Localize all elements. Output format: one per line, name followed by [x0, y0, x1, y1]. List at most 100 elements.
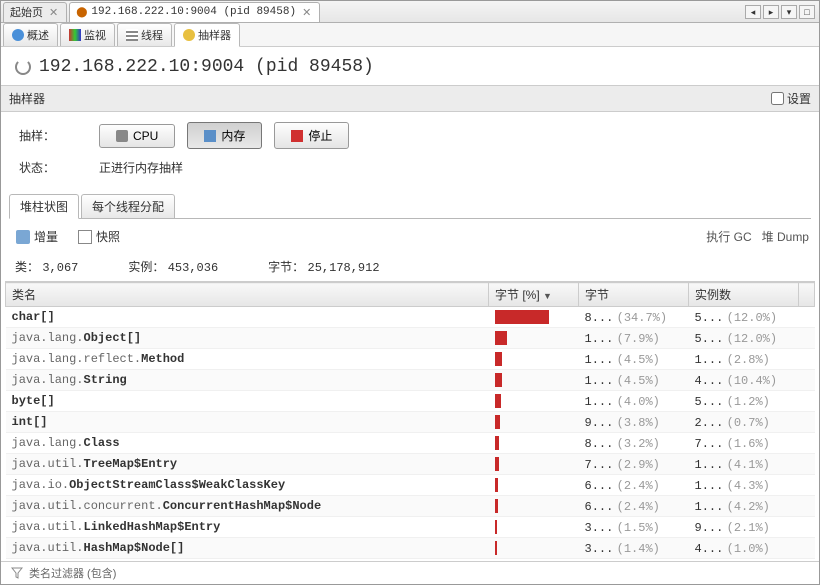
class-name-cell: java.util.HashMap$Node [6, 559, 489, 562]
delta-button[interactable]: 增量 [11, 225, 63, 248]
jmx-icon: ⬤ [76, 7, 87, 18]
bytes-pct-cell [489, 538, 579, 559]
bytes-pct-cell [489, 391, 579, 412]
sub-tab-bar: 堆柱状图 每个线程分配 [9, 194, 811, 219]
table-row[interactable]: java.util.TreeMap$Entry 7... (2.9%)1... (… [6, 454, 815, 475]
table-row[interactable]: java.lang.reflect.Method 1... (4.5%)1... … [6, 349, 815, 370]
class-name-cell: java.lang.Class [6, 433, 489, 454]
table-row[interactable]: java.util.HashMap$Node[]3... (1.4%)4... … [6, 538, 815, 559]
sampler-icon [183, 29, 195, 41]
instances-cell: 5... (1.2%) [689, 391, 799, 412]
settings-checkbox[interactable]: 设置 [771, 90, 811, 107]
delta-icon [16, 230, 30, 244]
heap-dump-link[interactable]: 堆 Dump [762, 228, 809, 245]
col-instances[interactable]: 实例数 [689, 283, 799, 307]
table-row[interactable]: java.io.ObjectStreamClass$WeakClassKey6.… [6, 475, 815, 496]
bytes-cell: 8... (34.7%) [579, 307, 689, 328]
snapshot-icon [78, 230, 92, 244]
next-button[interactable]: ▸ [763, 5, 779, 19]
table-row[interactable]: java.util.HashMap$Node3... (1.4%)1... (2… [6, 559, 815, 562]
sampler-header: 抽样器 设置 [1, 85, 819, 112]
bytes-cell: 3... (1.5%) [579, 517, 689, 538]
bytes-pct-cell [489, 496, 579, 517]
col-bytes-pct[interactable]: 字节 [%] ▼ [489, 283, 579, 307]
col-classname[interactable]: 类名 [6, 283, 489, 307]
class-name-cell: java.io.ObjectStreamClass$WeakClassKey [6, 475, 489, 496]
instances-cell: 9... (2.1%) [689, 517, 799, 538]
bytes-pct-cell [489, 454, 579, 475]
bytes-pct-cell [489, 517, 579, 538]
stop-icon [291, 130, 303, 142]
chart-icon [69, 29, 81, 41]
settings-checkbox-input[interactable] [771, 92, 784, 105]
tab-start[interactable]: 起始页 ✕ [3, 2, 67, 22]
memory-icon [204, 130, 216, 142]
classes-count: 3,067 [42, 261, 78, 275]
bytes-cell: 1... (4.5%) [579, 349, 689, 370]
table-row[interactable]: java.util.concurrent.ConcurrentHashMap$N… [6, 496, 815, 517]
table-row[interactable]: java.util.LinkedHashMap$Entry 3... (1.5%)… [6, 517, 815, 538]
bytes-cell: 6... (2.4%) [579, 496, 689, 517]
sort-desc-icon: ▼ [543, 291, 552, 301]
instances-cell: 1... (4.3%) [689, 475, 799, 496]
table-row[interactable]: java.lang.Class8... (3.2%)7... (1.6%) [6, 433, 815, 454]
cpu-button[interactable]: CPU [99, 124, 175, 148]
bytes-pct-cell [489, 412, 579, 433]
instances-count: 453,036 [168, 261, 218, 275]
bytes-cell: 7... (2.9%) [579, 454, 689, 475]
tab-sampler[interactable]: 抽样器 [174, 23, 240, 47]
tab-overview[interactable]: 概述 [3, 23, 58, 46]
memory-button[interactable]: 内存 [187, 122, 262, 149]
class-name-cell: java.lang.String [6, 370, 489, 391]
bytes-pct-cell [489, 349, 579, 370]
window-buttons: ◂ ▸ ▾ □ [745, 5, 819, 19]
subtab-per-thread[interactable]: 每个线程分配 [81, 194, 175, 218]
table-row[interactable]: byte[]1... (4.0%)5... (1.2%) [6, 391, 815, 412]
info-icon [12, 29, 24, 41]
filter-icon [11, 567, 23, 579]
status-text: 正进行内存抽样 [99, 159, 183, 176]
threads-icon [126, 29, 138, 41]
class-name-cell: java.lang.reflect.Method [6, 349, 489, 370]
scrollbar-header [799, 283, 815, 307]
table-row[interactable]: char[]8... (34.7%)5... (12.0%) [6, 307, 815, 328]
sampler-header-label: 抽样器 [9, 90, 45, 107]
instances-cell: 1... (2.8%) [689, 349, 799, 370]
tab-monitor[interactable]: 监视 [60, 23, 115, 46]
instances-cell: 1... (4.1%) [689, 454, 799, 475]
subtab-histogram[interactable]: 堆柱状图 [9, 194, 79, 219]
class-name-cell: java.util.concurrent.ConcurrentHashMap$N… [6, 496, 489, 517]
gc-link[interactable]: 执行 GC [706, 228, 751, 245]
col-bytes[interactable]: 字节 [579, 283, 689, 307]
table-row[interactable]: int[]9... (3.8%)2... (0.7%) [6, 412, 815, 433]
control-area: 抽样： CPU 内存 停止 状态： 正进行内存抽样 [1, 112, 819, 194]
close-icon[interactable]: ✕ [47, 6, 60, 19]
table-row[interactable]: java.lang.Object[]1... (7.9%)5... (12.0%… [6, 328, 815, 349]
bytes-pct-cell [489, 370, 579, 391]
minimize-button[interactable]: □ [799, 5, 815, 19]
filter-bar[interactable]: 类名过滤器 (包含) [1, 561, 819, 584]
inner-tab-bar: 概述 监视 线程 抽样器 [1, 23, 819, 47]
class-name-cell: java.util.HashMap$Node[] [6, 538, 489, 559]
dropdown-button[interactable]: ▾ [781, 5, 797, 19]
snapshot-button[interactable]: 快照 [73, 225, 125, 248]
bytes-count: 25,178,912 [308, 261, 380, 275]
close-icon[interactable]: ✕ [300, 6, 313, 19]
class-name-cell: java.util.TreeMap$Entry [6, 454, 489, 475]
filter-label: 类名过滤器 (包含) [29, 565, 116, 581]
table-row[interactable]: java.lang.String1... (4.5%)4... (10.4%) [6, 370, 815, 391]
class-table: 类名 字节 [%] ▼ 字节 实例数 char[]8... (34.7%)5..… [5, 281, 815, 561]
page-title: 192.168.222.10:9004 (pid 89458) [39, 57, 374, 77]
bytes-cell: 3... (1.4%) [579, 559, 689, 562]
prev-button[interactable]: ◂ [745, 5, 761, 19]
bytes-pct-cell [489, 475, 579, 496]
tab-connection[interactable]: ⬤ 192.168.222.10:9004 (pid 89458) ✕ [69, 2, 320, 22]
class-name-cell: java.lang.Object[] [6, 328, 489, 349]
bytes-cell: 1... (4.0%) [579, 391, 689, 412]
bytes-pct-cell [489, 559, 579, 562]
bytes-cell: 1... (7.9%) [579, 328, 689, 349]
class-name-cell: java.util.LinkedHashMap$Entry [6, 517, 489, 538]
stop-button[interactable]: 停止 [274, 122, 349, 149]
bytes-cell: 3... (1.4%) [579, 538, 689, 559]
tab-threads[interactable]: 线程 [117, 23, 172, 46]
